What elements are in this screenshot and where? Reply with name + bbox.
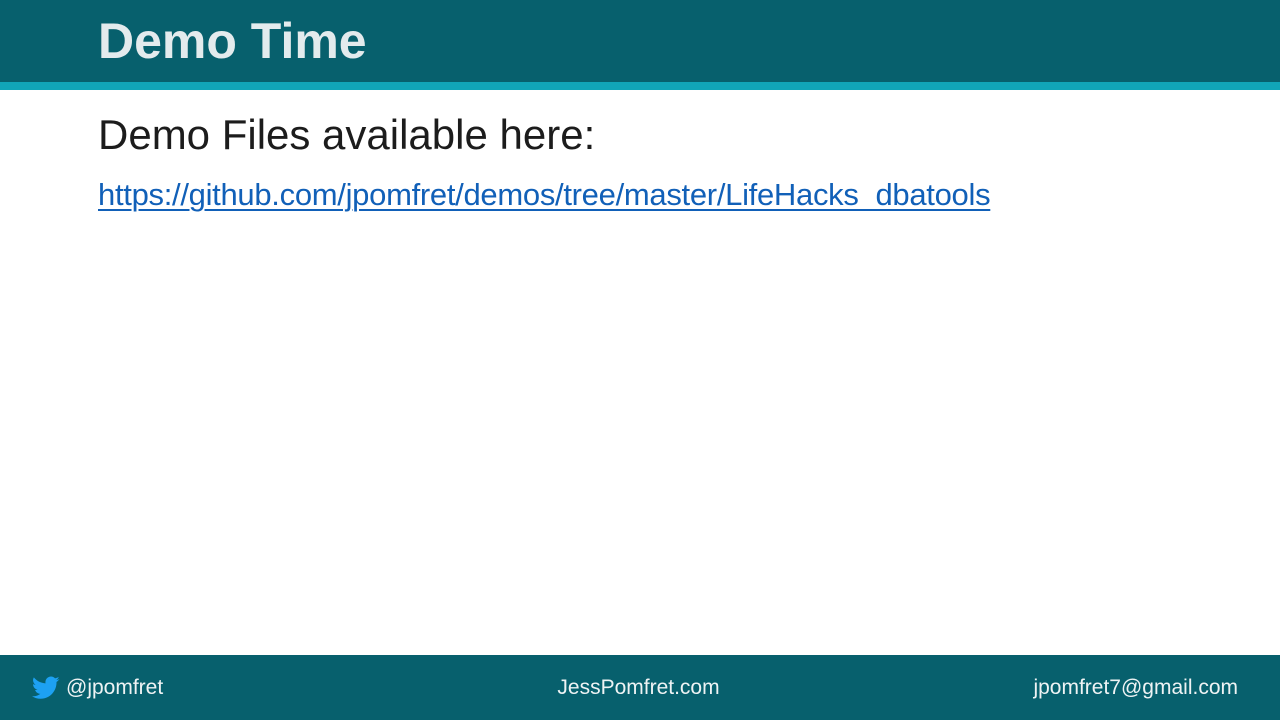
demo-files-link[interactable]: https://github.com/jpomfret/demos/tree/m…	[98, 174, 991, 216]
twitter-handle: @jpomfret	[66, 675, 164, 699]
footer-twitter: @jpomfret	[32, 655, 163, 720]
header-accent-stripe	[0, 82, 1280, 90]
footer-bar: @jpomfret JessPomfret.com jpomfret7@gmai…	[0, 655, 1280, 720]
body-heading: Demo Files available here:	[98, 111, 596, 158]
email-text: jpomfret7@gmail.com	[1033, 675, 1238, 699]
slide: Demo Time Demo Files available here: htt…	[0, 0, 1280, 720]
footer-email: jpomfret7@gmail.com	[1033, 655, 1238, 720]
header-bar: Demo Time	[0, 0, 1280, 82]
website-text: JessPomfret.com	[557, 675, 720, 699]
twitter-bird-icon	[32, 675, 60, 699]
slide-title: Demo Time	[98, 13, 367, 69]
